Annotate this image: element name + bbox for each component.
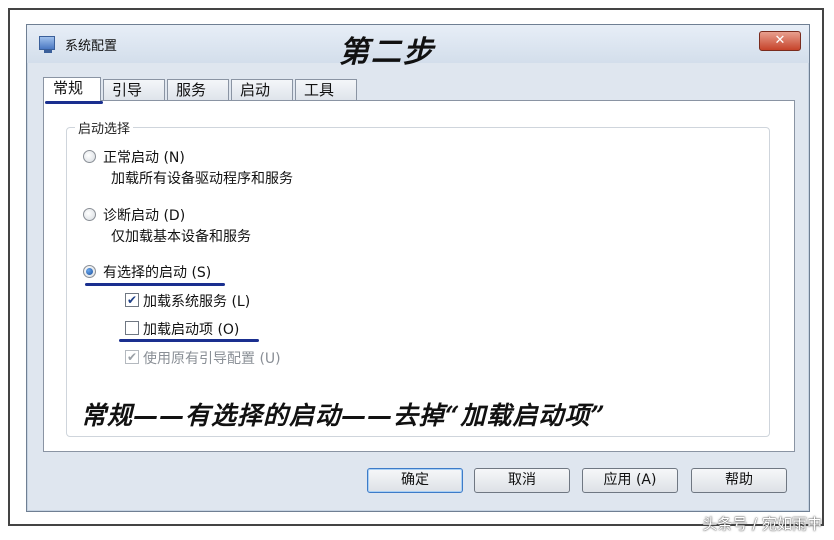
underline-load-startup-items [119,339,259,342]
tab-general[interactable]: 常规 [43,77,101,102]
checkbox-load-system-services[interactable]: ✔ [125,293,139,307]
ok-button[interactable]: 确定 [367,468,463,493]
group-title: 启动选择 [75,118,134,137]
diagnostic-startup-label[interactable]: 诊断启动 (D) [103,205,185,225]
radio-normal-startup[interactable] [83,150,96,163]
checkbox-load-startup-items[interactable] [125,321,139,335]
radio-selective-startup[interactable] [83,265,96,278]
checkbox-use-original-boot-config: ✔ [125,350,139,364]
general-tab-panel: 启动选择 正常启动 (N) 加载所有设备驱动程序和服务 诊断启动 (D) 仅加载… [43,100,795,452]
tab-services[interactable]: 服务 [167,79,229,101]
handwritten-instruction: 常规——有选择的启动——去掉“加载启动项” [81,401,606,430]
monitor-icon [39,36,55,53]
normal-startup-label[interactable]: 正常启动 (N) [103,147,185,167]
apply-button[interactable]: 应用 (A) [582,468,678,493]
help-button[interactable]: 帮助 [691,468,787,493]
startup-selection-group: 启动选择 正常启动 (N) 加载所有设备驱动程序和服务 诊断启动 (D) 仅加载… [66,118,770,437]
tab-boot[interactable]: 引导 [103,79,165,101]
underline-tab-general [45,101,103,104]
title-bar: 系统配置 第二步 ✕ [27,25,809,70]
tab-startup[interactable]: 启动 [231,79,293,101]
underline-selective-startup [85,283,225,286]
load-startup-items-label[interactable]: 加载启动项 (O) [143,319,239,339]
watermark: 头条号 / 宛如雨中 [702,515,822,533]
radio-diagnostic-startup[interactable] [83,208,96,221]
step-annotation: 第二步 [339,35,435,70]
diagnostic-startup-description: 仅加载基本设备和服务 [111,229,251,245]
normal-startup-description: 加载所有设备驱动程序和服务 [111,171,293,187]
cancel-button[interactable]: 取消 [474,468,570,493]
window-title: 系统配置 [65,39,118,54]
system-config-window: 系统配置 第二步 ✕ 常规 引导 服务 启动 工具 启动选择 正常启动 (N) … [26,24,810,512]
close-button[interactable]: ✕ [759,31,801,51]
use-original-boot-config-label: 使用原有引导配置 (U) [143,351,281,367]
load-system-services-label[interactable]: 加载系统服务 (L) [143,291,250,311]
selective-startup-label[interactable]: 有选择的启动 (S) [103,262,211,282]
tab-tools[interactable]: 工具 [295,79,357,101]
